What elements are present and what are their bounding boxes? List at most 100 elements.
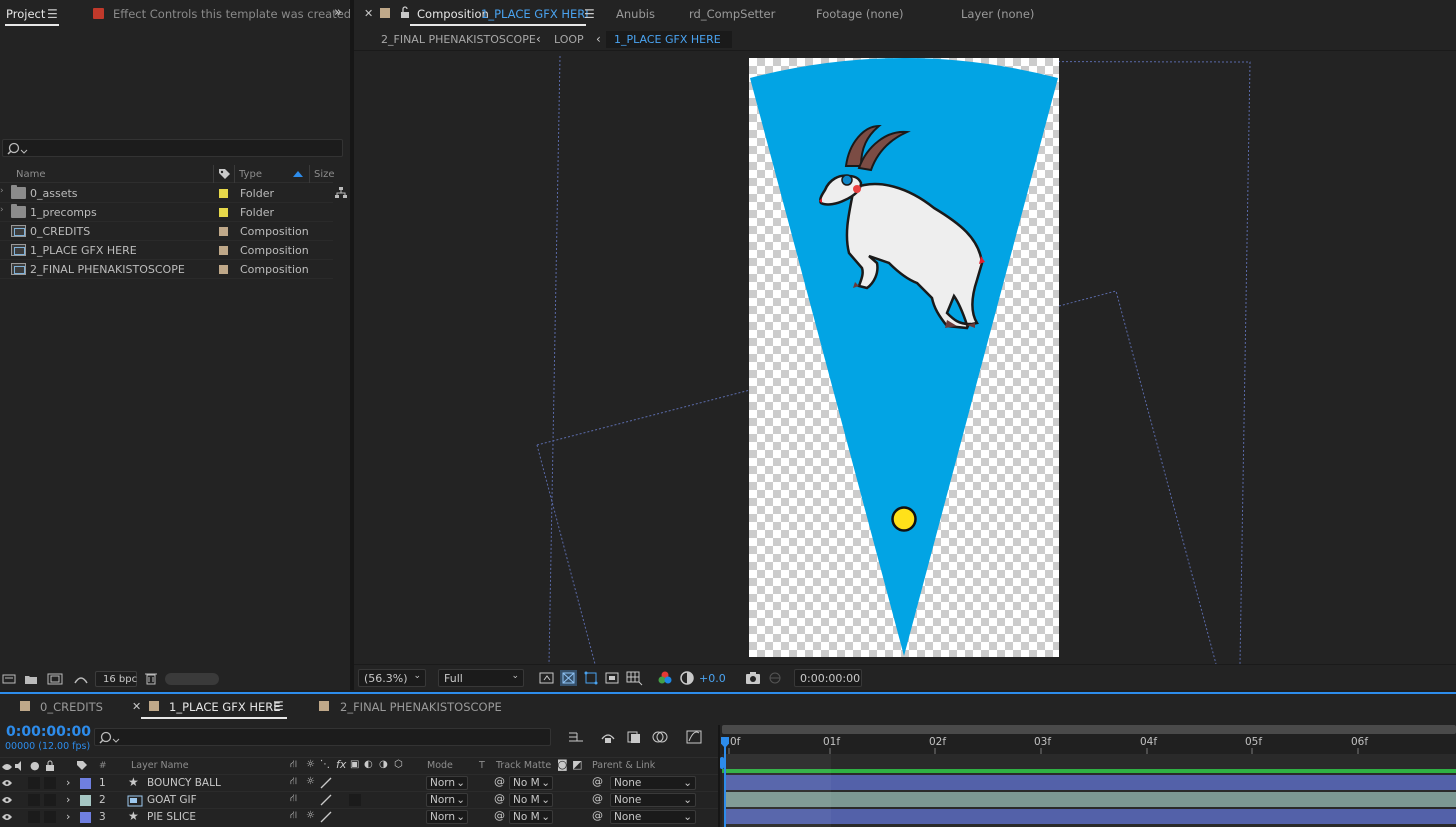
current-time-display[interactable]: 0:00:00:00 [6,724,91,740]
project-item-0-credits[interactable]: 0_CREDITS Composition [0,222,333,241]
label-tag-icon[interactable] [76,760,88,772]
mask-visibility-icon[interactable] [583,670,599,686]
project-settings-icon[interactable] [73,673,89,685]
size-column-header[interactable]: Size [314,169,335,180]
lock-icon[interactable] [399,6,411,19]
matte-link-spiral-icon[interactable]: @ [494,809,505,822]
tab-anubis[interactable]: Anubis [616,7,655,21]
audio-speaker-icon[interactable] [14,761,26,771]
shy-switch-icon[interactable]: ⛙ [290,810,297,823]
matte-link-spiral-icon[interactable]: @ [494,775,505,788]
project-item-1-place-gfx-here[interactable]: 1_PLACE GFX HERE Composition [0,241,333,260]
panel-menu-icon[interactable]: ☰ [584,7,595,21]
breadcrumb-item-final[interactable]: 2_FINAL PHENAKISTOSCOPE [381,33,536,46]
tab-rd-compsetter[interactable]: rd_CompSetter [689,7,775,21]
label-color-swatch[interactable] [219,189,228,198]
matte-link-spiral-icon[interactable]: @ [494,792,505,805]
type-column-header[interactable]: Type [239,169,262,180]
blend-mode-dropdown[interactable]: Norn ⌄ [426,793,468,807]
timeline-tab-2-final-phenakistoscope[interactable]: 2_FINAL PHENAKISTOSCOPE [340,700,502,714]
quality-slash-icon[interactable] [320,777,332,789]
lock-icon[interactable] [45,760,55,771]
visibility-eye-icon[interactable] [1,778,13,788]
visibility-eye-icon[interactable] [1,795,13,805]
composition-tab-name[interactable]: 1_PLACE GFX HERE [481,7,593,21]
label-color-swatch[interactable] [219,208,228,217]
label-tag-icon[interactable] [217,167,231,181]
lock-switch[interactable] [44,777,56,789]
preserve-transparency-header[interactable]: T [479,760,485,771]
show-snapshot-icon[interactable] [767,671,783,685]
lock-switch[interactable] [44,811,56,823]
thumbnail-size-slider[interactable] [165,673,219,685]
new-folder-icon[interactable] [24,673,38,685]
visibility-eye-icon[interactable] [1,812,13,822]
layer-bar-goat-gif[interactable] [725,792,1456,807]
shy-icon[interactable]: ⛙ [290,759,297,772]
parent-pickwhip-icon[interactable]: @ [592,775,603,788]
reset-exposure-icon[interactable] [679,670,695,686]
panel-overflow-icon[interactable]: » [334,5,342,20]
parent-dropdown[interactable]: None ⌄ [610,810,696,824]
magnification-dropdown[interactable]: (56.3%) ⌄ [358,669,426,687]
collapse-switch-icon[interactable]: ☼ [306,810,315,821]
expand-chevron-icon[interactable]: › [66,810,70,823]
draft-3d-icon[interactable] [600,730,616,744]
breadcrumb-item-loop[interactable]: LOOP [554,33,584,46]
viewer-timecode[interactable]: 0:00:00:00 [794,669,862,687]
parent-pickwhip-icon[interactable]: @ [592,792,603,805]
trash-icon[interactable] [145,672,157,685]
track-matte-dropdown[interactable]: No M ⌄ [509,776,553,790]
quality-slash-icon[interactable] [320,794,332,806]
lock-switch[interactable] [44,794,56,806]
parent-pickwhip-icon[interactable]: @ [592,809,603,822]
layer-bar-bouncy-ball[interactable] [725,775,1456,790]
layer-row-pie-slice[interactable]: › 3 ★ PIE SLICE ⛙ ☼ Norn ⌄ @ No M ⌄ @ None… [0,808,718,825]
motion-blur-switch-icon[interactable]: ◐ [364,759,373,770]
grid-guides-icon[interactable] [625,670,643,686]
collapse-switch-icon[interactable]: ☼ [306,776,315,787]
adjustment-icon[interactable]: ◑ [379,759,388,770]
label-color-swatch[interactable] [219,265,228,274]
new-composition-icon[interactable] [47,673,63,685]
expand-arrow-icon[interactable]: › [0,205,4,215]
resolution-dropdown[interactable]: Full ⌄ [438,669,524,687]
video-eye-icon[interactable] [1,762,13,772]
solo-dot-icon[interactable]: ● [30,759,40,772]
sort-ascending-icon[interactable] [292,170,304,178]
channel-rgb-icon[interactable] [657,670,673,686]
layer-row-bouncy-ball[interactable]: › 1 ★ BOUNCY BALL ⛙ ☼ Norn ⌄ @ No M ⌄ @ No… [0,774,718,791]
blend-mode-dropdown[interactable]: Norn ⌄ [426,810,468,824]
matte-alpha-icon[interactable]: ◙ [557,758,568,771]
work-area-bar[interactable] [722,725,1456,734]
layer-label-color[interactable] [80,812,91,823]
label-color-swatch[interactable] [219,246,228,255]
solo-switch[interactable] [28,777,40,789]
playhead-line[interactable] [724,746,726,827]
layer-row-goat-gif[interactable]: › 2 GOAT GIF ⛙ Norn ⌄ @ No M ⌄ @ None ⌄ [0,791,718,808]
timeline-tab-0-credits[interactable]: 0_CREDITS [40,700,103,714]
effects-fx-icon[interactable]: fx [336,758,346,771]
quality-slash-icon[interactable] [320,811,332,823]
frame-blend-icon[interactable]: ▣ [350,759,359,770]
timeline-search-input[interactable] [94,728,551,746]
shy-switch-icon[interactable]: ⛙ [290,793,297,806]
fast-previews-icon[interactable] [539,671,555,685]
frame-blend-switch[interactable] [349,794,361,806]
comp-flowchart-icon[interactable] [567,730,585,744]
3d-layer-icon[interactable]: ⬡ [394,759,403,770]
mode-column-header[interactable]: Mode [427,760,453,771]
composition-tab-prefix[interactable]: Composition [417,7,489,21]
motion-blur-icon[interactable] [652,730,668,744]
tab-footage[interactable]: Footage (none) [816,7,904,21]
bit-depth-button[interactable]: 16 bpc [95,671,137,687]
solo-switch[interactable] [28,811,40,823]
matte-invert-icon[interactable]: ◩ [572,758,582,771]
blend-mode-dropdown[interactable]: Norn ⌄ [426,776,468,790]
exposure-value[interactable]: +0.0 [699,672,726,685]
transparency-grid-toggle[interactable] [560,670,577,686]
region-of-interest-icon[interactable] [604,670,620,686]
timeline-divider[interactable] [718,725,720,827]
expand-arrow-icon[interactable]: › [0,186,4,196]
graph-editor-icon[interactable] [686,730,702,744]
